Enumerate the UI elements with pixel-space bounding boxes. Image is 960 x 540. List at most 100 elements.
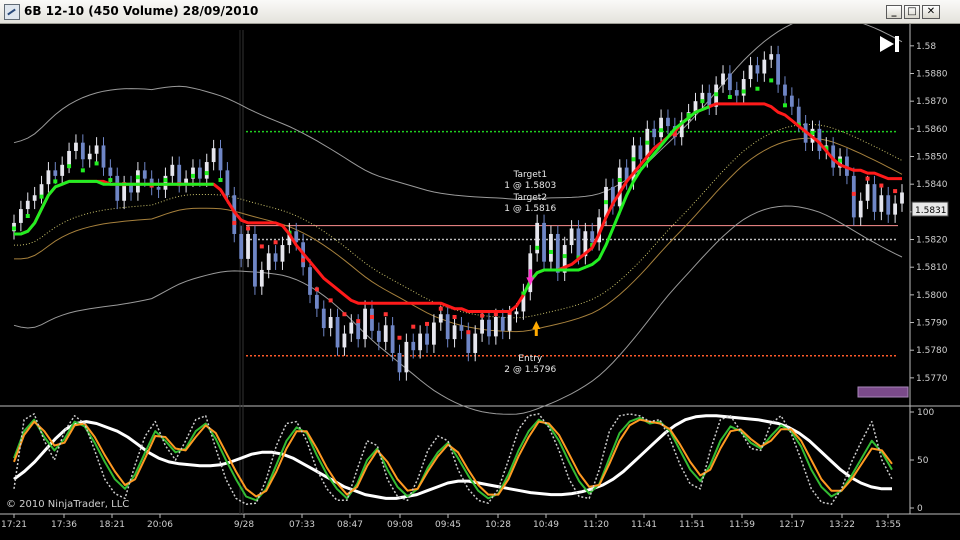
candle-body: [204, 162, 209, 179]
price-tick-label: 1.5860: [916, 125, 948, 135]
candle-body: [617, 167, 622, 207]
trend-dot-up: [12, 226, 16, 231]
trend-dot-up: [631, 157, 636, 162]
price-tick-label: 1.5870: [916, 97, 948, 107]
candle-body: [266, 253, 271, 270]
trend-dot-up: [535, 245, 540, 250]
trade-annotation: Entry: [518, 354, 543, 364]
candle-body: [872, 184, 877, 212]
candle-body: [851, 175, 856, 218]
trend-dot-down: [466, 330, 471, 335]
time-tick-label: 17:36: [51, 520, 77, 530]
trade-annotation: Target2: [512, 193, 547, 203]
candle-body: [900, 192, 904, 204]
price-tick-label: 1.58: [916, 42, 936, 52]
last-price-label: 1.5831: [915, 206, 947, 216]
candle-body: [376, 330, 381, 342]
trend-dot-up: [714, 92, 719, 97]
trend-dot-up: [645, 140, 650, 145]
trend-dot-down: [246, 226, 251, 231]
candle-body: [432, 322, 436, 345]
candle-body: [762, 59, 767, 74]
trend-dot-up: [782, 103, 787, 108]
trend-dot-down: [314, 287, 319, 292]
candle-body: [425, 333, 429, 345]
trade-annotation: Target1: [512, 170, 547, 180]
window-title: 6B 12-10 (450 Volume) 28/09/2010: [24, 4, 259, 18]
chart-area[interactable]: Target11 @ 1.5803Target21 @ 1.5816Entry2…: [0, 24, 960, 540]
trend-dot-down: [425, 321, 430, 326]
candle-body: [356, 322, 361, 340]
candle-body: [156, 186, 161, 190]
trend-dot-up: [769, 78, 774, 83]
candle-body: [218, 148, 223, 171]
candle-body: [74, 142, 78, 151]
candle-body: [438, 314, 443, 323]
candle-body: [776, 54, 780, 85]
candle-body: [576, 228, 581, 257]
trend-dot-up: [548, 249, 553, 254]
time-tick-label: 12:17: [779, 520, 805, 530]
candle-body: [253, 233, 257, 287]
minimize-button[interactable]: _: [886, 5, 902, 19]
candle-body: [136, 170, 140, 193]
candle-body: [94, 145, 99, 154]
price-tick-label: 1.5850: [916, 153, 948, 163]
trend-dot-up: [218, 178, 223, 183]
candle-body: [507, 314, 512, 331]
price-tick-label: 1.5840: [916, 180, 948, 190]
candle-body: [397, 352, 402, 373]
time-tick-label: 11:51: [679, 520, 705, 530]
trend-dot-down: [452, 314, 457, 319]
trade-annotation: 2 @ 1.5796: [504, 365, 556, 375]
trend-dot-down: [411, 324, 416, 329]
trend-dot-down: [273, 240, 278, 245]
candle-body: [80, 142, 85, 160]
candle-body: [32, 195, 37, 201]
end-bar-icon: [895, 36, 899, 52]
candle-body: [335, 316, 340, 348]
time-tick-label: 09:08: [387, 520, 413, 530]
price-tick-label: 1.5790: [916, 319, 948, 329]
candle-body: [480, 319, 484, 334]
candle-body: [555, 233, 560, 273]
candle-body: [514, 311, 519, 315]
candle-body: [404, 341, 409, 373]
candle-body: [652, 128, 657, 138]
candle-body: [893, 203, 898, 215]
candle-body: [789, 95, 794, 107]
trend-dot-up: [204, 171, 209, 176]
candle-body: [666, 117, 670, 127]
candle-body: [46, 170, 51, 185]
close-button[interactable]: ✕: [922, 5, 940, 19]
candle-body: [197, 167, 202, 179]
time-tick-label: 07:33: [289, 520, 315, 530]
candle-body: [349, 322, 354, 334]
trend-dot-down: [893, 189, 898, 194]
candle-body: [755, 65, 760, 74]
candle-body: [590, 231, 595, 243]
maximize-button[interactable]: □: [904, 5, 920, 19]
time-tick-label: 11:41: [631, 520, 657, 530]
time-tick-label: 17:21: [1, 520, 27, 530]
time-tick-label: 08:47: [337, 520, 363, 530]
trade-annotation: 1 @ 1.5816: [504, 204, 556, 214]
time-tick-label: 10:49: [533, 520, 559, 530]
candle-body: [225, 170, 230, 196]
trend-dot-down: [865, 176, 870, 181]
candle-body: [314, 294, 319, 309]
candle-body: [445, 314, 450, 340]
time-tick-label: 13:22: [829, 520, 855, 530]
trend-dot-up: [25, 214, 30, 218]
candle-body: [783, 84, 787, 96]
trend-dot-up: [108, 178, 113, 183]
price-tick-label: 1.5810: [916, 263, 948, 273]
trend-dot-up: [163, 178, 168, 183]
candle-body: [246, 233, 250, 259]
trend-dot-up: [741, 89, 746, 94]
candle-body: [60, 164, 65, 176]
candle-body: [459, 325, 464, 331]
time-tick-label: 11:59: [729, 520, 755, 530]
candle-body: [18, 209, 23, 223]
target-arrow-icon: [528, 269, 532, 279]
